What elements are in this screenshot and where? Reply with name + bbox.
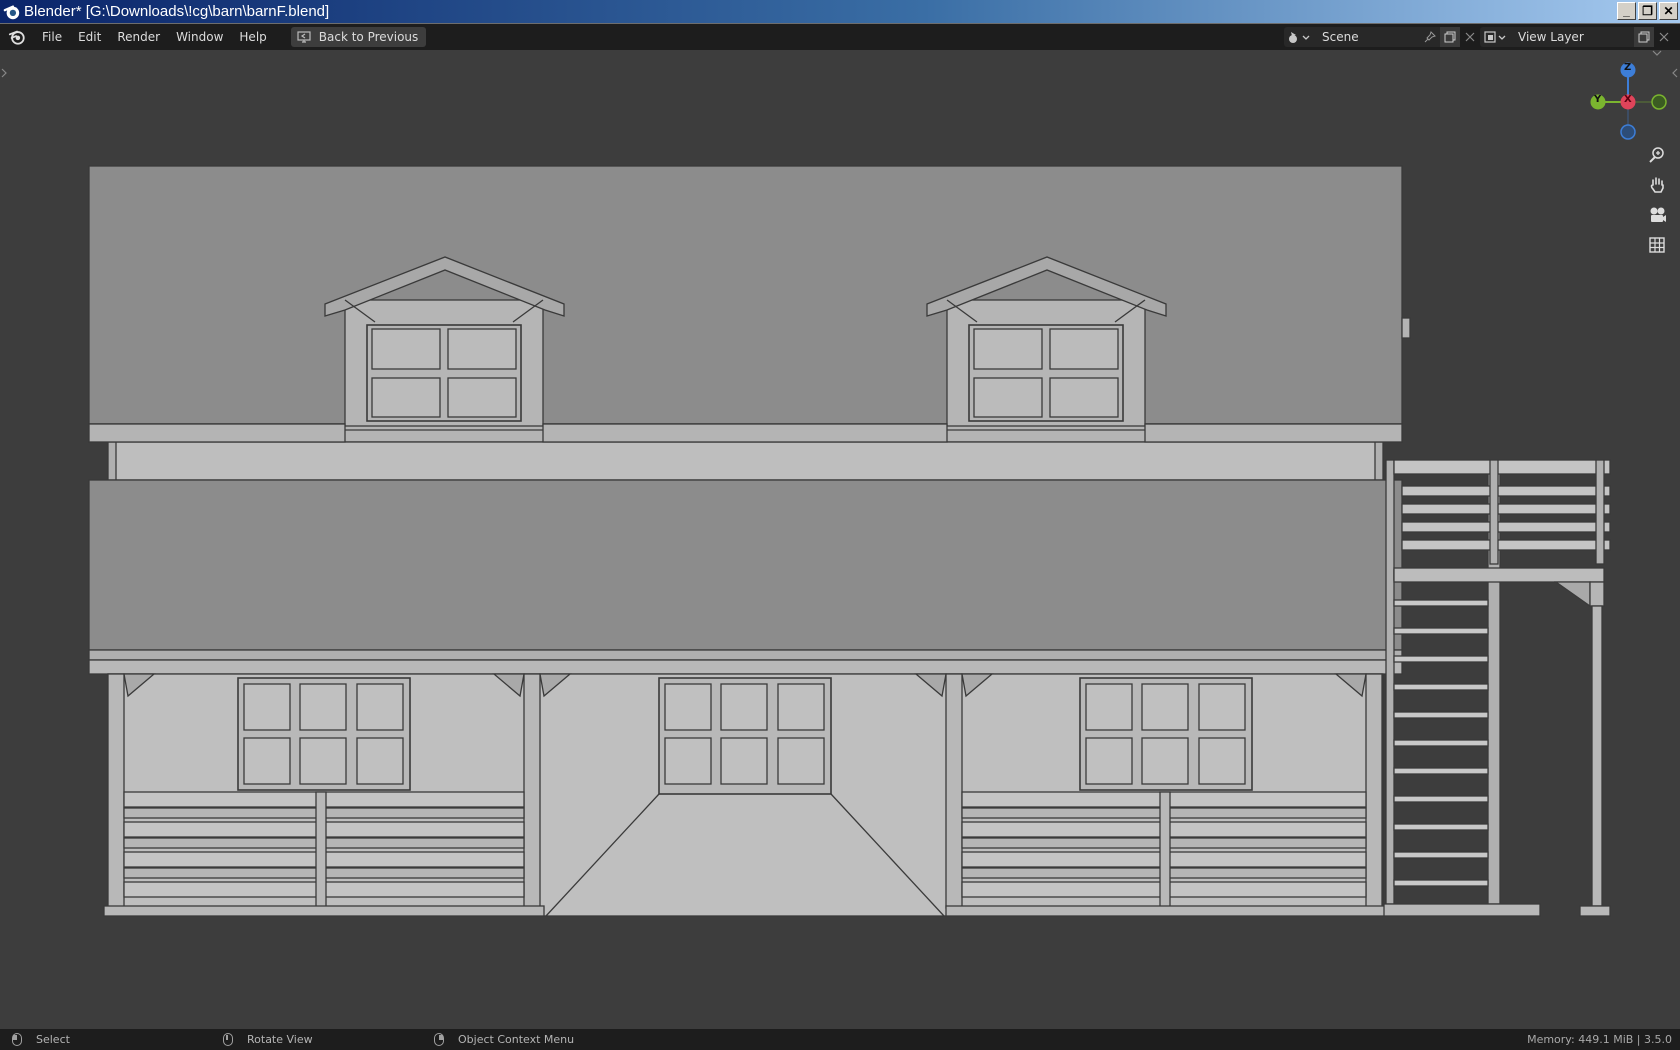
pin-icon <box>1424 31 1436 43</box>
status-select: Select <box>12 1033 70 1046</box>
status-bar: Select Rotate View Object Context Menu M… <box>0 1029 1680 1050</box>
grid-icon <box>1649 237 1665 253</box>
back-to-previous-label: Back to Previous <box>318 30 419 44</box>
camera-view-button[interactable] <box>1644 202 1670 228</box>
view-layer-browse-button[interactable] <box>1480 27 1510 47</box>
pin-scene-button[interactable] <box>1420 27 1440 47</box>
screen-back-icon <box>297 31 311 43</box>
menu-edit[interactable]: Edit <box>70 27 109 47</box>
status-select-label: Select <box>36 1033 70 1046</box>
blender-app-icon <box>3 4 20 19</box>
camera-icon <box>1650 207 1666 222</box>
delete-scene-button[interactable] <box>1460 27 1480 47</box>
3d-viewport[interactable]: Z Y X <box>0 50 1680 1029</box>
view-layer-selector: View Layer <box>1480 27 1674 47</box>
window-titlebar: Blender* [G:\Downloads\!cg\barn\barnF.bl… <box>0 0 1680 24</box>
menu-window[interactable]: Window <box>168 27 231 47</box>
gizmo-y-label: Y <box>1594 94 1602 105</box>
memory-readout: Memory: 449.1 MiB | 3.5.0 <box>1527 1033 1672 1046</box>
menu-render[interactable]: Render <box>109 27 168 47</box>
blender-logo-icon[interactable] <box>8 28 26 46</box>
status-context-label: Object Context Menu <box>458 1033 575 1046</box>
status-rotate: Rotate View <box>223 1033 313 1046</box>
view-layer-name-field[interactable]: View Layer <box>1510 27 1634 47</box>
gizmo-z-label: Z <box>1624 62 1632 73</box>
status-rotate-label: Rotate View <box>247 1033 313 1046</box>
gizmo-x-label: X <box>1624 94 1632 105</box>
menu-help[interactable]: Help <box>231 27 274 47</box>
duplicate-icon <box>1444 31 1456 43</box>
minimize-button[interactable]: _ <box>1617 2 1636 20</box>
new-scene-button[interactable] <box>1440 27 1460 47</box>
hand-icon <box>1650 177 1664 193</box>
delete-view-layer-button[interactable] <box>1654 27 1674 47</box>
zoom-icon <box>1649 147 1664 163</box>
scene-name-field[interactable]: Scene <box>1314 27 1420 47</box>
restore-button[interactable]: ❐ <box>1638 2 1657 20</box>
mouse-right-icon <box>434 1033 444 1046</box>
barn-model[interactable] <box>0 50 1680 1029</box>
ortho-toggle-button[interactable] <box>1644 232 1670 258</box>
close-icon <box>1659 32 1669 42</box>
view-layer-icon <box>1484 31 1506 43</box>
menu-file[interactable]: File <box>34 27 70 47</box>
new-view-layer-button[interactable] <box>1634 27 1654 47</box>
duplicate-icon <box>1638 31 1650 43</box>
status-context: Object Context Menu <box>434 1033 574 1046</box>
mouse-left-icon <box>12 1033 22 1046</box>
close-icon <box>1465 32 1475 42</box>
close-button[interactable]: ✕ <box>1659 2 1678 20</box>
back-to-previous-button[interactable]: Back to Previous <box>290 27 427 47</box>
mouse-middle-icon <box>223 1033 233 1046</box>
scene-browse-button[interactable] <box>1284 27 1314 47</box>
window-title: Blender* [G:\Downloads\!cg\barn\barnF.bl… <box>24 3 330 20</box>
scene-icon <box>1289 32 1310 43</box>
scene-selector: Scene <box>1284 27 1480 47</box>
zoom-view-button[interactable] <box>1644 142 1670 168</box>
pan-view-button[interactable] <box>1644 172 1670 198</box>
